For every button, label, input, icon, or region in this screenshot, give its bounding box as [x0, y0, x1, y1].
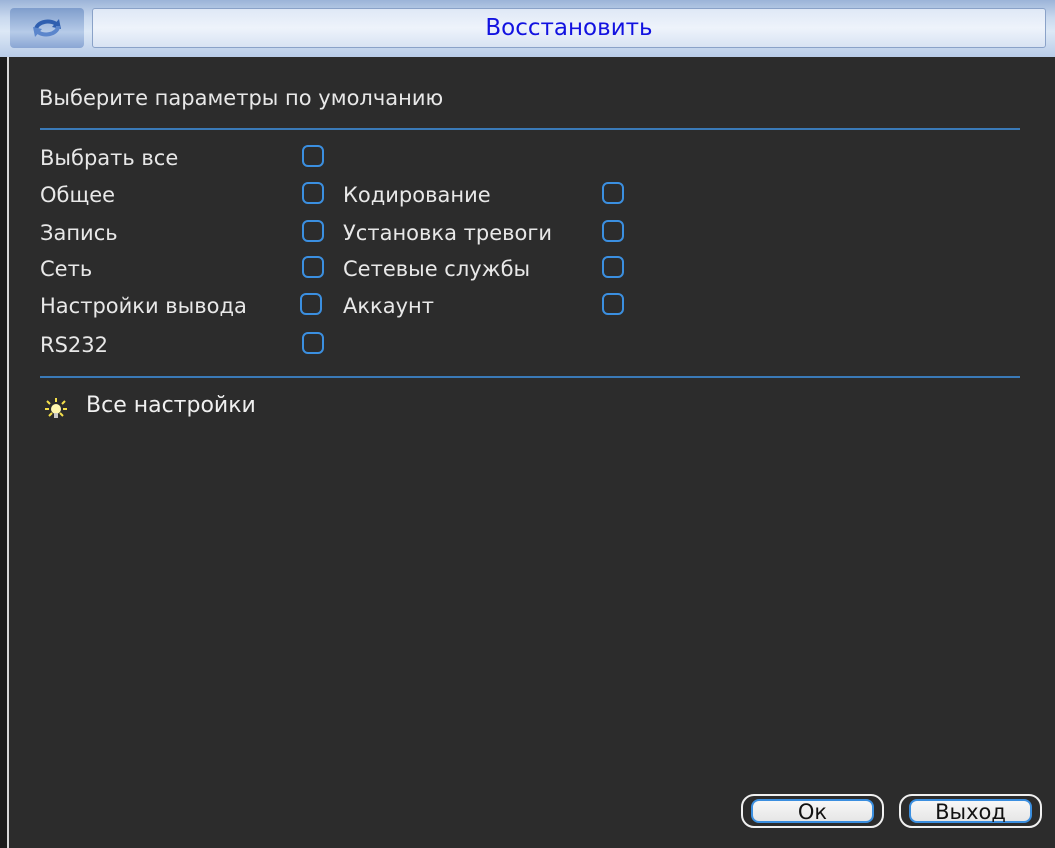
record-checkbox[interactable] — [302, 220, 324, 242]
record-label: Запись — [40, 221, 118, 245]
rs232-label: RS232 — [40, 333, 109, 357]
left-edge — [0, 57, 9, 848]
lightbulb-icon — [45, 398, 67, 418]
divider-top — [40, 128, 1020, 130]
exit-button[interactable]: Выход — [899, 794, 1042, 828]
exit-button-label: Выход — [909, 799, 1032, 823]
restore-dialog: Восстановить Выберите параметры по умолч… — [0, 0, 1055, 848]
ok-button[interactable]: Ок — [741, 794, 884, 828]
general-label: Общее — [40, 183, 116, 207]
window-title: Восстановить — [485, 15, 653, 41]
account-label: Аккаунт — [343, 294, 434, 318]
network-label: Сеть — [40, 257, 93, 281]
network-services-label: Сетевые службы — [343, 257, 531, 281]
alarm-setup-checkbox[interactable] — [602, 220, 624, 242]
network-checkbox[interactable] — [302, 256, 324, 278]
general-checkbox[interactable] — [302, 182, 324, 204]
select-all-checkbox[interactable] — [302, 145, 324, 167]
encoding-checkbox[interactable] — [602, 182, 624, 204]
prompt-text: Выберите параметры по умолчанию — [39, 86, 444, 110]
hint-text: Все настройки — [86, 393, 256, 418]
account-checkbox[interactable] — [602, 293, 624, 315]
refresh-icon — [33, 19, 61, 37]
alarm-setup-label: Установка тревоги — [343, 221, 553, 245]
rs232-checkbox[interactable] — [302, 332, 324, 354]
select-all-label: Выбрать все — [40, 146, 179, 170]
ok-button-label: Ок — [751, 799, 874, 823]
divider-bottom — [40, 376, 1020, 378]
title-bar: Восстановить — [0, 0, 1055, 57]
output-settings-checkbox[interactable] — [300, 293, 322, 315]
output-settings-label: Настройки вывода — [40, 294, 247, 318]
encoding-label: Кодирование — [343, 183, 491, 207]
title-icon-box — [10, 8, 84, 48]
network-services-checkbox[interactable] — [602, 256, 624, 278]
